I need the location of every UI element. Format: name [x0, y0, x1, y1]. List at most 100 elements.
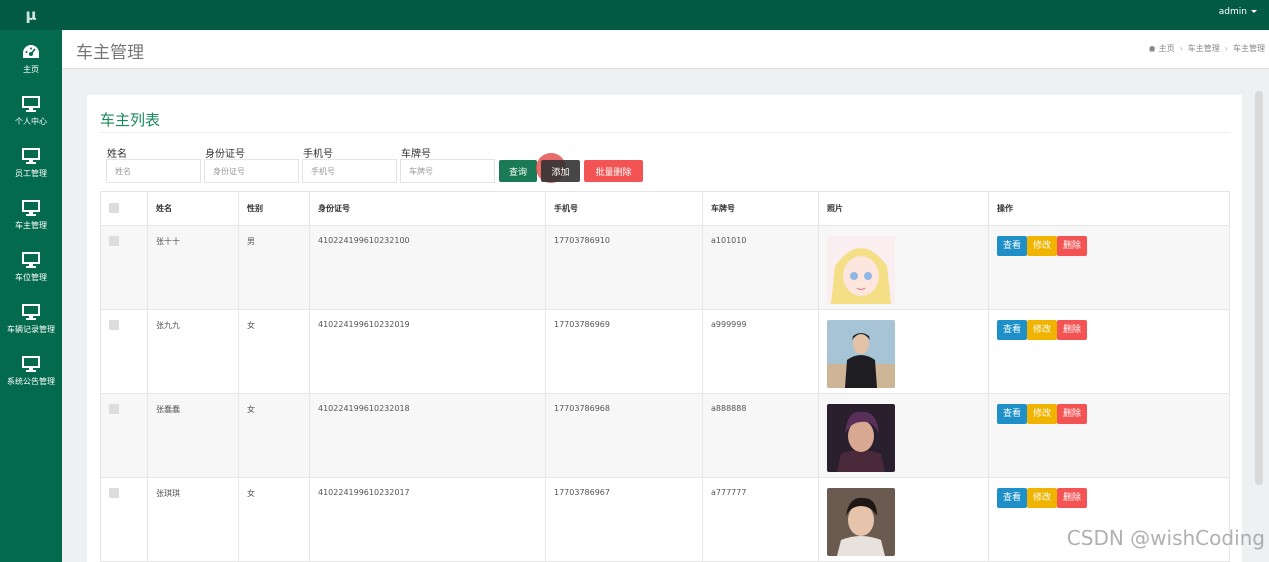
filter-label-name: 姓名 — [107, 149, 127, 160]
card-title: 车主列表 — [100, 111, 161, 129]
plate-search-input[interactable] — [400, 159, 495, 183]
breadcrumb-current: 车主管理 — [1233, 44, 1265, 53]
owner-photo — [827, 404, 895, 472]
row-checkbox[interactable] — [109, 236, 119, 246]
query-button[interactable]: 查询 — [499, 160, 537, 182]
owner-id-card: 410224199610232019 — [309, 309, 546, 394]
page-header: 车主管理 主页 › 车主管理 › 车主管理 — [62, 30, 1269, 69]
page-title: 车主管理 — [76, 43, 144, 63]
owner-photo — [827, 320, 895, 388]
home-icon — [1148, 45, 1156, 52]
actions-cell: 查看 修改 删除 — [988, 225, 1230, 310]
photo-cell — [818, 477, 989, 562]
vertical-scrollbar[interactable] — [1255, 91, 1263, 485]
owner-name: 张琪琪 — [147, 477, 239, 562]
watermark: CSDN @wishCoding — [1066, 526, 1265, 550]
batch-delete-button[interactable]: 批量删除 — [584, 160, 643, 182]
phone-search-input[interactable] — [302, 159, 397, 183]
monitor-icon — [22, 148, 40, 164]
owner-phone: 17703786969 — [545, 309, 703, 394]
sidebar-item-label: 主页 — [23, 65, 39, 74]
select-cell — [100, 477, 148, 562]
app-logo[interactable]: μ — [0, 0, 62, 30]
divider — [100, 132, 1230, 133]
sidebar-item-label: 系统公告管理 — [7, 377, 55, 386]
column-header-phone: 手机号 — [545, 191, 703, 226]
table-header-row: 姓名 性别 身份证号 手机号 车牌号 照片 操作 — [100, 191, 1230, 226]
select-all-checkbox[interactable] — [109, 202, 119, 213]
delete-button[interactable]: 删除 — [1057, 404, 1088, 424]
monitor-icon — [22, 252, 40, 268]
owner-gender: 男 — [238, 225, 310, 310]
row-checkbox[interactable] — [109, 488, 119, 498]
owner-photo — [827, 488, 895, 556]
delete-button[interactable]: 删除 — [1057, 320, 1088, 340]
table-row: 张九九 女 410224199610232019 17703786969 a99… — [100, 309, 1230, 394]
sidebar-item-home[interactable]: 主页 — [0, 36, 62, 88]
top-bar: μ admin — [0, 0, 1269, 30]
view-button[interactable]: 查看 — [997, 320, 1028, 340]
monitor-icon — [22, 356, 40, 372]
edit-button[interactable]: 修改 — [1027, 488, 1058, 508]
filter-label-id: 身份证号 — [205, 149, 245, 160]
select-cell — [100, 309, 148, 394]
owner-name: 张十十 — [147, 225, 239, 310]
caret-down-icon — [1251, 10, 1257, 13]
dashboard-icon — [23, 45, 39, 58]
owner-phone: 17703786967 — [545, 477, 703, 562]
owner-plate: a777777 — [702, 477, 819, 562]
id-card-search-input[interactable] — [204, 159, 299, 183]
table-row: 张十十 男 410224199610232100 17703786910 a10… — [100, 225, 1230, 310]
column-header-id-card: 身份证号 — [309, 191, 546, 226]
edit-button[interactable]: 修改 — [1027, 236, 1058, 256]
select-cell — [100, 225, 148, 310]
view-button[interactable]: 查看 — [997, 488, 1028, 508]
column-header-actions: 操作 — [988, 191, 1230, 226]
actions-cell: 查看 修改 删除 — [988, 393, 1230, 478]
breadcrumb-item[interactable]: 车主管理 — [1188, 44, 1220, 53]
column-header-name: 姓名 — [147, 191, 239, 226]
owner-id-card: 410224199610232018 — [309, 393, 546, 478]
select-all-cell[interactable] — [100, 191, 148, 226]
sidebar-item-label: 车位管理 — [15, 273, 47, 282]
sidebar-item-label: 车主管理 — [15, 221, 47, 230]
sidebar-item-owners[interactable]: 车主管理 — [0, 192, 62, 244]
sidebar-item-parking[interactable]: 车位管理 — [0, 244, 62, 296]
edit-button[interactable]: 修改 — [1027, 404, 1058, 424]
column-header-photo: 照片 — [818, 191, 989, 226]
sidebar-item-announcements[interactable]: 系统公告管理 — [0, 348, 62, 400]
owner-phone: 17703786910 — [545, 225, 703, 310]
owner-gender: 女 — [238, 393, 310, 478]
add-button[interactable]: 添加 — [541, 160, 580, 182]
sidebar-item-profile[interactable]: 个人中心 — [0, 88, 62, 140]
user-menu[interactable]: admin — [1219, 0, 1257, 24]
sidebar-item-vehicle-records[interactable]: 车辆记录管理 — [0, 296, 62, 348]
table-row: 张蠢蠢 女 410224199610232018 17703786968 a88… — [100, 393, 1230, 478]
owner-plate: a999999 — [702, 309, 819, 394]
owner-id-card: 410224199610232017 — [309, 477, 546, 562]
delete-button[interactable]: 删除 — [1057, 488, 1088, 508]
table-row: 张琪琪 女 410224199610232017 17703786967 a77… — [100, 477, 1230, 562]
owner-list-card: 车主列表 姓名 身份证号 手机号 车牌号 查询 添加 批量删除 姓名 性别 身份… — [87, 95, 1242, 562]
view-button[interactable]: 查看 — [997, 236, 1028, 256]
delete-button[interactable]: 删除 — [1057, 236, 1088, 256]
breadcrumb-home[interactable]: 主页 — [1159, 44, 1175, 53]
filter-label-phone: 手机号 — [303, 149, 333, 160]
sidebar-item-label: 个人中心 — [15, 117, 47, 126]
owner-gender: 女 — [238, 309, 310, 394]
owner-name: 张九九 — [147, 309, 239, 394]
sidebar-item-label: 员工管理 — [15, 169, 47, 178]
owner-plate: a101010 — [702, 225, 819, 310]
edit-button[interactable]: 修改 — [1027, 320, 1058, 340]
owner-gender: 女 — [238, 477, 310, 562]
owner-id-card: 410224199610232100 — [309, 225, 546, 310]
row-checkbox[interactable] — [109, 320, 119, 330]
name-search-input[interactable] — [106, 159, 201, 183]
view-button[interactable]: 查看 — [997, 404, 1028, 424]
owner-name: 张蠢蠢 — [147, 393, 239, 478]
owner-table: 姓名 性别 身份证号 手机号 车牌号 照片 操作 张十十 男 410224199… — [100, 191, 1230, 562]
owner-photo — [827, 236, 895, 304]
row-checkbox[interactable] — [109, 404, 119, 414]
select-cell — [100, 393, 148, 478]
sidebar-item-staff[interactable]: 员工管理 — [0, 140, 62, 192]
